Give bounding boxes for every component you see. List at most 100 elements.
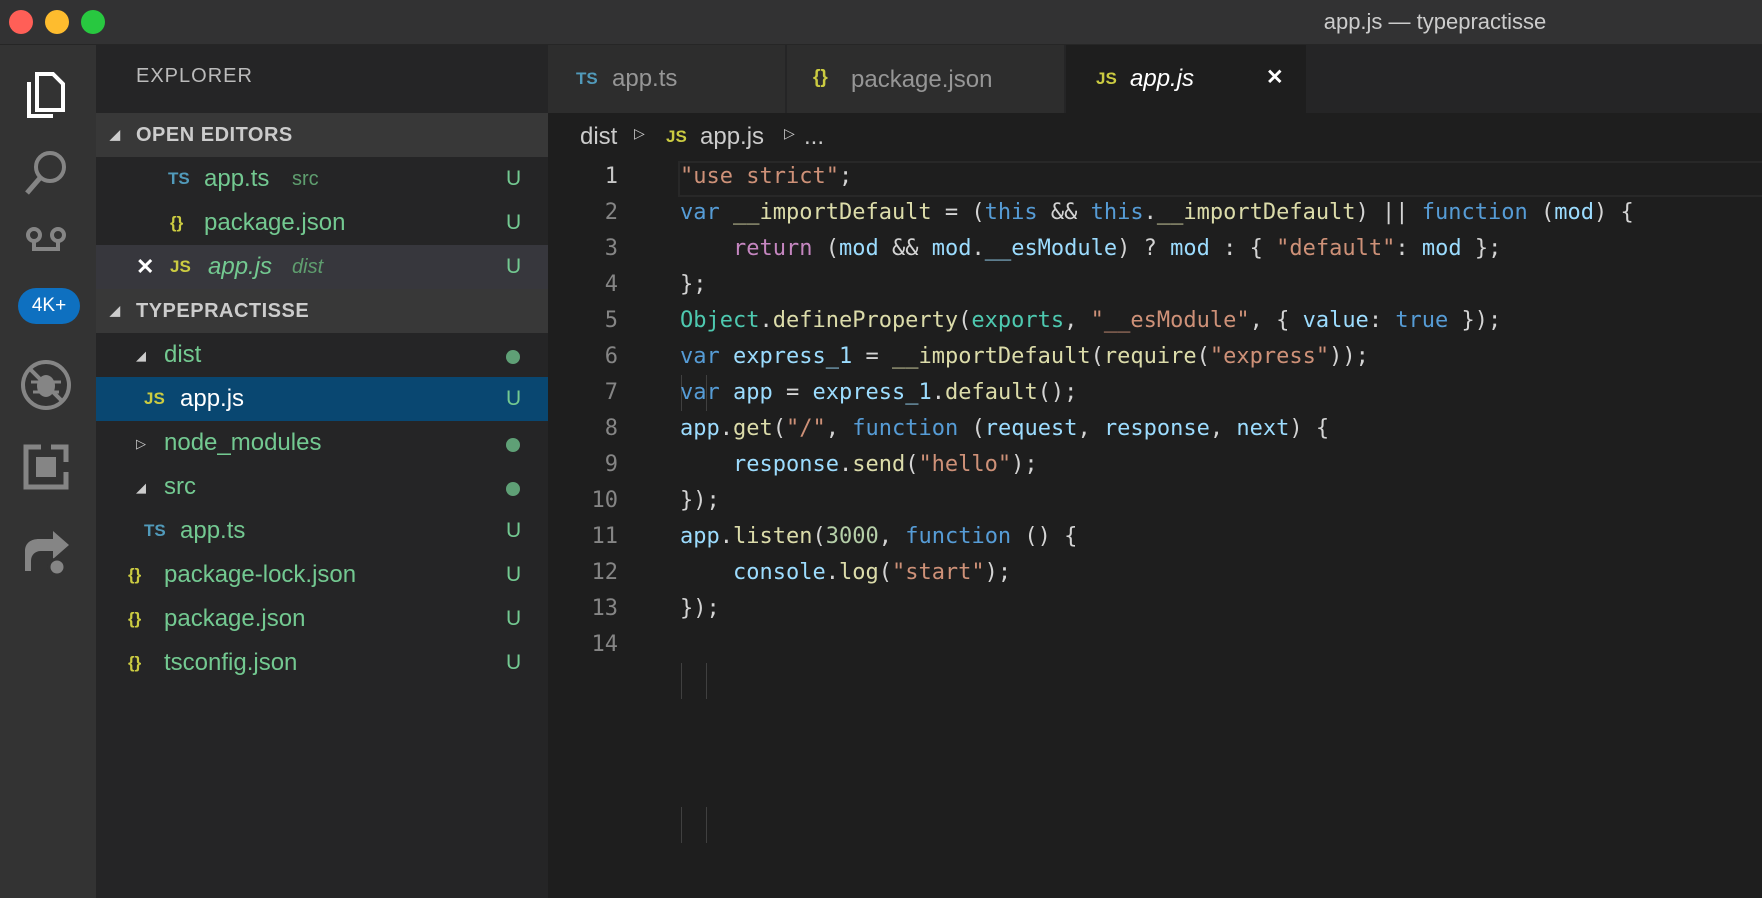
explorer-title: EXPLORER — [136, 65, 253, 87]
line-number: 13 — [591, 596, 619, 621]
code-line: }); — [680, 488, 720, 513]
json-file-icon: {} — [170, 213, 184, 232]
source-control-icon[interactable] — [14, 213, 78, 277]
git-status-badge: U — [506, 563, 522, 586]
breadcrumb-file[interactable]: app.js — [700, 123, 764, 151]
json-file-icon: {} — [128, 565, 142, 584]
code-line: var __importDefault = (this && this.__im… — [680, 200, 1634, 225]
line-number: 9 — [604, 452, 618, 477]
breadcrumb-folder[interactable]: dist — [580, 123, 617, 151]
code-line: response.send("hello"); — [732, 452, 1038, 477]
source-control-badge: 4K+ — [18, 288, 80, 324]
tree-item-label: package-lock.json — [164, 561, 357, 588]
indent-guide — [681, 807, 682, 843]
git-status-badge: U — [506, 387, 522, 410]
tree-folder[interactable]: ◢ src — [96, 465, 548, 509]
json-file-icon: {} — [128, 609, 142, 628]
tree-file[interactable]: {} package.json U — [96, 597, 548, 641]
line-number: 6 — [604, 344, 618, 369]
breadcrumb-symbols[interactable]: ... — [804, 123, 824, 151]
line-number: 10 — [591, 488, 619, 513]
collapse-triangle-icon: ◢ — [110, 127, 120, 142]
typescript-file-icon: TS — [144, 521, 166, 540]
close-icon[interactable]: ✕ — [136, 254, 154, 280]
typescript-file-icon: TS — [576, 69, 598, 88]
editor-tabs: TS app.ts {} package.json JS app.js ✕ — [548, 45, 1762, 113]
tree-file[interactable]: {} tsconfig.json U — [96, 641, 548, 685]
chevron-right-icon: ▷ — [784, 125, 795, 141]
indent-guide — [706, 807, 707, 843]
open-editor-item-active[interactable]: ✕ JS app.js dist U — [96, 245, 548, 289]
tree-file[interactable]: TS app.ts U — [96, 509, 548, 553]
line-number: 12 — [591, 560, 619, 585]
expanded-triangle-icon: ◢ — [136, 480, 146, 495]
close-icon[interactable]: ✕ — [1266, 65, 1284, 90]
javascript-file-icon: JS — [170, 257, 191, 276]
tree-file-selected[interactable]: JS app.js U — [96, 377, 548, 421]
git-status-badge: U — [506, 255, 522, 278]
tree-item-label: app.ts — [180, 517, 246, 544]
line-number: 2 — [604, 200, 618, 225]
search-icon[interactable] — [14, 140, 78, 204]
tree-folder[interactable]: ◢ dist — [96, 333, 548, 377]
tree-folder[interactable]: ▷ node_modules — [96, 421, 548, 465]
git-modified-dot — [506, 350, 520, 364]
tree-file[interactable]: {} package-lock.json U — [96, 553, 548, 597]
title-bar: app.js — typepractisse — [0, 0, 1762, 45]
javascript-file-icon: JS — [144, 389, 165, 408]
collapse-triangle-icon: ◢ — [110, 303, 120, 318]
tab-app-ts[interactable]: TS app.ts — [548, 45, 785, 113]
code-editor[interactable]: 1 2 3 4 5 6 7 8 9 10 11 12 13 14 "use st… — [548, 159, 1762, 898]
tree-item-label: package.json — [164, 605, 306, 632]
close-window-button[interactable] — [9, 10, 33, 34]
open-editor-path: dist — [292, 256, 324, 278]
files-icon[interactable] — [14, 63, 78, 127]
explorer-sidebar: EXPLORER ◢ OPEN EDITORS TS app.ts src U … — [96, 45, 548, 898]
open-editor-name: app.ts — [204, 165, 270, 192]
open-editor-path: src — [292, 168, 319, 190]
project-header[interactable]: ◢ TYPEPRACTISSE — [96, 289, 548, 333]
json-file-icon: {} — [813, 67, 828, 88]
line-number: 4 — [604, 272, 618, 297]
git-status-badge: U — [506, 519, 522, 542]
code-line: return (mod && mod.__esModule) ? mod : {… — [732, 236, 1502, 261]
line-number: 1 — [604, 164, 618, 189]
tree-item-label: node_modules — [164, 429, 322, 456]
git-modified-dot — [506, 438, 520, 452]
extensions-icon[interactable] — [14, 435, 78, 499]
open-editors-label: OPEN EDITORS — [136, 123, 293, 146]
line-number: 5 — [604, 308, 618, 333]
json-file-icon: {} — [128, 653, 142, 672]
live-share-icon[interactable] — [14, 520, 78, 584]
line-number: 8 — [604, 416, 618, 441]
minimize-window-button[interactable] — [45, 10, 69, 34]
debug-icon[interactable] — [14, 353, 78, 417]
typescript-file-icon: TS — [168, 169, 190, 188]
code-line: app.listen(3000, function () { — [680, 524, 1078, 549]
line-number: 11 — [591, 524, 619, 549]
tree-item-label: tsconfig.json — [164, 649, 298, 676]
chevron-right-icon: ▷ — [634, 125, 645, 141]
tree-item-label: app.js — [180, 385, 245, 412]
zoom-window-button[interactable] — [81, 10, 105, 34]
code-line: var express_1 = __importDefault(require(… — [680, 344, 1369, 369]
open-editor-name: package.json — [204, 209, 346, 236]
javascript-file-icon: JS — [666, 127, 687, 146]
open-editor-item[interactable]: TS app.ts src U — [96, 157, 548, 201]
code-line: "use strict"; — [680, 164, 853, 189]
tab-label: app.js — [1130, 65, 1195, 92]
code-line: }); — [680, 596, 720, 621]
line-number: 14 — [591, 632, 619, 657]
tree-item-label: src — [164, 473, 196, 500]
line-number: 7 — [604, 380, 618, 405]
open-editor-item[interactable]: {} package.json U — [96, 201, 548, 245]
tab-package-json[interactable]: {} package.json — [787, 45, 1064, 113]
tab-app-js-active[interactable]: JS app.js ✕ — [1066, 45, 1306, 113]
project-label: TYPEPRACTISSE — [136, 299, 310, 322]
expanded-triangle-icon: ◢ — [136, 348, 146, 363]
tab-label: app.ts — [612, 65, 678, 92]
open-editors-header[interactable]: ◢ OPEN EDITORS — [96, 113, 548, 157]
open-editor-name: app.js — [208, 253, 273, 280]
activity-bar: 4K+ — [0, 45, 96, 898]
code-line: console.log("start"); — [732, 560, 1012, 585]
